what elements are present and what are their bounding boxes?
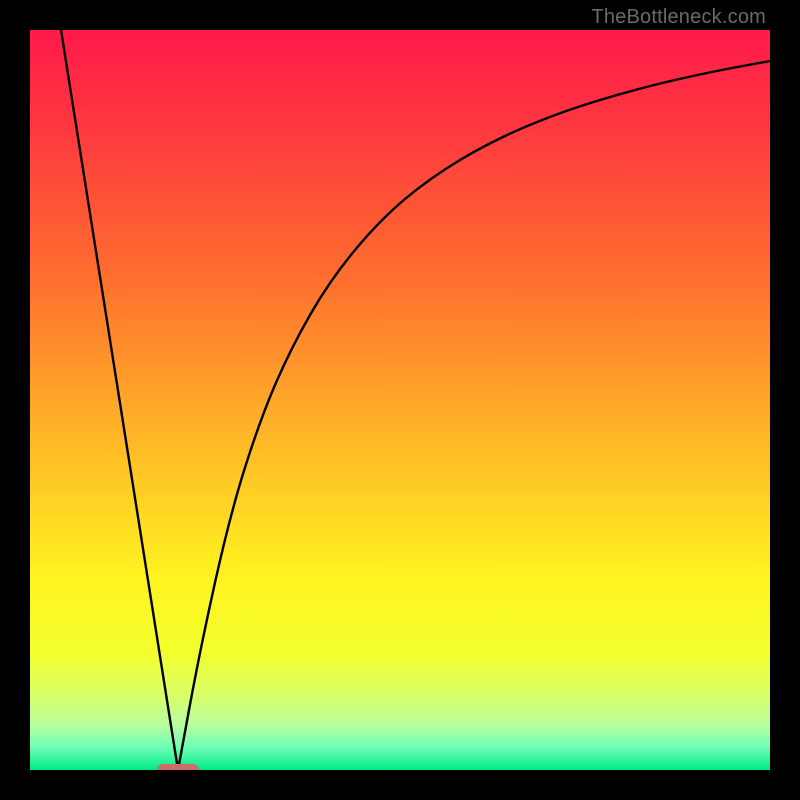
watermark-text: TheBottleneck.com: [591, 6, 766, 29]
chart-frame: TheBottleneck.com: [0, 0, 800, 800]
plot-area: [30, 30, 770, 770]
optimum-marker: [157, 764, 199, 770]
bottleneck-curve: [61, 30, 770, 770]
curve-layer: [30, 30, 770, 770]
